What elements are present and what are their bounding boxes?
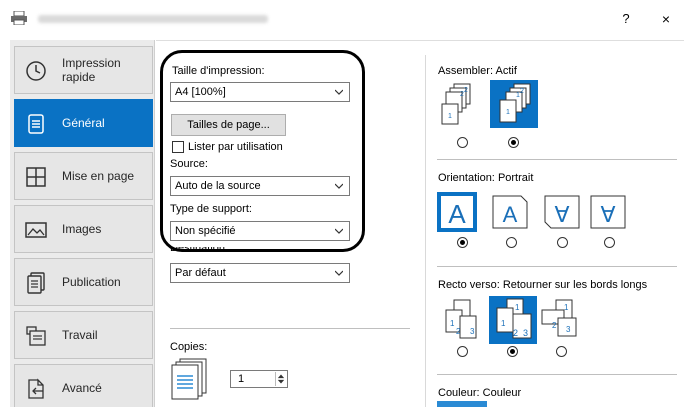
orientation-rotated-landscape-radio[interactable]: [604, 237, 615, 248]
orientation-landscape-radio[interactable]: [506, 237, 517, 248]
column-divider: [425, 55, 426, 407]
svg-text:2: 2: [552, 321, 557, 330]
advanced-icon: [28, 378, 44, 399]
section-divider: [170, 328, 410, 329]
highlight-frame: [160, 50, 365, 252]
tab-travail[interactable]: Travail: [14, 311, 153, 359]
svg-text:1: 1: [515, 303, 520, 312]
section-divider: [437, 159, 677, 160]
document-icon: [28, 114, 44, 134]
tab-label: Images: [62, 222, 102, 236]
publication-icon: [27, 272, 45, 294]
tab-images[interactable]: Images: [14, 205, 153, 253]
duplex-short-edge-icon[interactable]: 1 2 3: [540, 298, 584, 340]
svg-text:1: 1: [448, 113, 452, 120]
duplex-long-edge-radio[interactable]: [507, 346, 518, 357]
layout-icon: [26, 167, 46, 187]
tab-sidebar: Impression rapide Général Mise en page I…: [10, 40, 155, 407]
clock-icon: [26, 61, 46, 81]
svg-text:2: 2: [464, 87, 468, 94]
tab-publication[interactable]: Publication: [14, 258, 153, 306]
collate-on-radio[interactable]: [508, 137, 519, 148]
color-label: Couleur: Couleur: [438, 387, 521, 399]
collate-value: Actif: [495, 65, 517, 77]
orientation-portrait-radio[interactable]: [457, 237, 468, 248]
svg-text:3: 3: [566, 325, 571, 334]
orientation-glyph: A: [503, 202, 518, 227]
orientation-glyph: ∀: [554, 202, 569, 227]
tab-label: Travail: [62, 328, 98, 342]
svg-text:1: 1: [506, 109, 510, 116]
tab-label: Publication: [62, 275, 121, 289]
duplex-long-edge-icon[interactable]: 1 1 2 3: [489, 296, 537, 344]
duplex-off-radio[interactable]: [457, 346, 468, 357]
tab-label: Mise en page: [62, 169, 135, 183]
svg-text:3: 3: [470, 327, 475, 336]
duplex-value: Retourner sur les bords longs: [502, 279, 648, 291]
orientation-rotated-portrait-radio[interactable]: [557, 237, 568, 248]
collate-label: Assembler: Actif: [438, 65, 517, 77]
orientation-glyph: ∀: [600, 202, 615, 227]
tab-avance[interactable]: Avancé: [14, 364, 153, 407]
section-divider: [437, 266, 677, 267]
landscape-orientation-icon[interactable]: A: [491, 194, 529, 230]
destination-select[interactable]: Par défaut: [170, 263, 350, 283]
svg-text:2: 2: [456, 327, 461, 336]
color-option-selected[interactable]: [437, 401, 487, 407]
color-value: Couleur: [482, 387, 522, 399]
color-label-text: Couleur:: [438, 387, 480, 399]
orientation-value: Portrait: [497, 172, 534, 184]
rotated-portrait-orientation-icon[interactable]: ∀: [543, 194, 581, 230]
window-title: [38, 15, 268, 23]
orientation-label: Orientation: Portrait: [438, 172, 533, 184]
orientation-glyph: A: [448, 199, 466, 229]
svg-text:1: 1: [564, 303, 569, 312]
collated-icon[interactable]: 1 2 1: [490, 80, 538, 128]
svg-text:2: 2: [513, 328, 518, 338]
help-button[interactable]: ?: [614, 8, 638, 30]
stepper-arrows-icon[interactable]: [275, 372, 286, 386]
svg-text:1: 1: [450, 319, 455, 328]
rotated-landscape-orientation-icon[interactable]: ∀: [589, 194, 627, 230]
duplex-short-edge-radio[interactable]: [556, 346, 567, 357]
svg-text:3: 3: [523, 328, 528, 338]
simplex-icon[interactable]: 1 2 3: [440, 298, 484, 340]
collate-off-radio[interactable]: [457, 137, 468, 148]
svg-text:2: 2: [520, 88, 524, 95]
copies-value: 1: [238, 373, 245, 385]
duplex-label: Recto verso: Retourner sur les bords lon…: [438, 279, 647, 291]
printer-icon: [11, 11, 27, 25]
orientation-label-text: Orientation:: [438, 172, 495, 184]
portrait-orientation-icon[interactable]: A: [437, 192, 477, 232]
copies-stepper[interactable]: 1: [230, 370, 288, 388]
uncollated-icon[interactable]: 2 2 1: [440, 82, 476, 126]
tab-label: Avancé: [62, 381, 102, 395]
tab-label: Général: [62, 116, 105, 130]
copies-icon: [171, 358, 207, 400]
tab-label: Impression rapide: [62, 56, 121, 84]
job-icon: [26, 326, 46, 346]
tab-mise-en-page[interactable]: Mise en page: [14, 152, 153, 200]
duplex-label-text: Recto verso:: [438, 279, 500, 291]
title-bar: ? ×: [0, 0, 684, 38]
tab-general[interactable]: Général: [14, 99, 153, 147]
collate-label-text: Assembler:: [438, 65, 494, 77]
chevron-down-icon: [335, 270, 343, 276]
svg-text:1: 1: [501, 319, 506, 328]
destination-value: Par défaut: [175, 267, 226, 279]
section-divider: [437, 374, 677, 375]
image-icon: [25, 222, 47, 238]
close-button[interactable]: ×: [654, 8, 678, 30]
copies-label: Copies:: [170, 341, 208, 353]
tab-impression-rapide[interactable]: Impression rapide: [14, 46, 153, 94]
